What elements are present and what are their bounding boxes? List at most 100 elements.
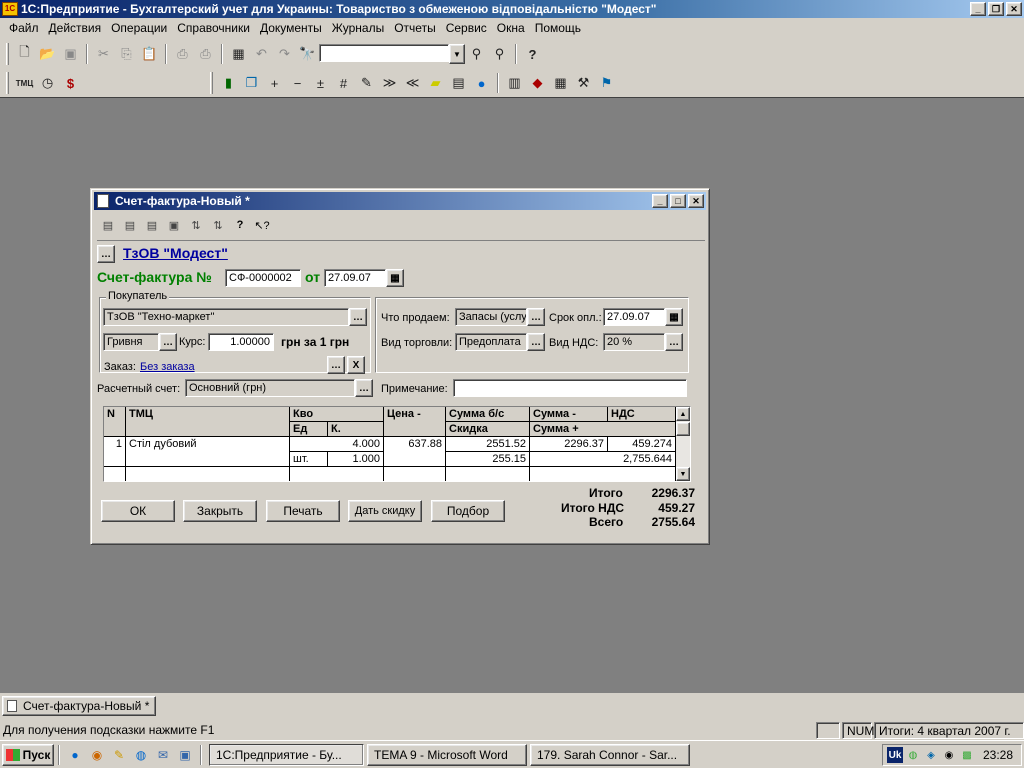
app-tray-icon[interactable]: ▩	[959, 747, 975, 763]
clock-icon[interactable]: ◷	[36, 72, 59, 94]
currency-field[interactable]: Гривня	[103, 333, 159, 351]
empty-cell[interactable]	[384, 467, 446, 481]
order-select-button[interactable]: …	[327, 356, 345, 374]
empty-cell[interactable]	[290, 467, 384, 481]
company-select-button[interactable]: …	[97, 245, 115, 263]
menu-file[interactable]: Файл	[4, 21, 44, 35]
save-icon[interactable]: ▣	[59, 43, 82, 65]
calculator-icon[interactable]: ▦	[227, 43, 250, 65]
search-next-icon[interactable]: ⚲	[465, 43, 488, 65]
invoice-date-field[interactable]: 27.09.07	[324, 269, 386, 287]
folder-icon[interactable]: ▰	[424, 72, 447, 94]
ie-icon[interactable]: ●	[66, 746, 84, 764]
new-doc-icon[interactable]: 🗋	[13, 43, 36, 65]
search-combo[interactable]: ▼	[319, 44, 465, 64]
print-button[interactable]: Печать	[266, 500, 340, 522]
col-header-tmc[interactable]: ТМЦ	[126, 407, 290, 437]
account-select-button[interactable]: …	[355, 379, 373, 397]
pay-term-field[interactable]: 27.09.07	[603, 308, 665, 326]
invoice-window-title-bar[interactable]: Счет-фактура-Новый * _ □ ✕	[94, 192, 706, 210]
menu-operations[interactable]: Операции	[106, 21, 172, 35]
empty-cell[interactable]	[530, 467, 676, 481]
tool-icon[interactable]: ✎	[110, 746, 128, 764]
cell-discount[interactable]: 255.15	[446, 452, 530, 467]
cell-sum-minus[interactable]: 2296.37	[530, 437, 608, 452]
kassa-icon[interactable]: ▤	[447, 72, 470, 94]
rate-field[interactable]: 1.00000	[208, 333, 274, 351]
col-header-sum-bs[interactable]: Сумма б/с	[446, 407, 530, 422]
edit-row-icon[interactable]: ▣	[163, 214, 185, 236]
cell-tmc[interactable]: Стіл дубовий	[126, 437, 290, 467]
context-help-icon[interactable]: ↖?	[251, 214, 273, 236]
col-header-sum-minus[interactable]: Сумма -	[530, 407, 608, 422]
menu-documents[interactable]: Документы	[255, 21, 327, 35]
doc-minimize-button[interactable]: _	[652, 194, 668, 208]
invoice-number-field[interactable]: СФ-0000002	[225, 269, 301, 287]
trade-type-field[interactable]: Предоплата	[455, 333, 527, 351]
select-button[interactable]: Подбор	[431, 500, 505, 522]
sort-desc-icon[interactable]: ⇅	[207, 214, 229, 236]
minus-icon[interactable]: −	[286, 72, 309, 94]
vat-type-field[interactable]: 20 %	[603, 333, 665, 351]
col-header-qty[interactable]: Кво	[290, 407, 384, 422]
note-field[interactable]	[453, 379, 687, 397]
copy-row-icon[interactable]: ▤	[119, 214, 141, 236]
tmc-icon[interactable]: ТМЦ	[13, 72, 36, 94]
table-scrollbar[interactable]: ▲ ▼	[676, 407, 690, 481]
col-header-unit[interactable]: Ед	[290, 422, 328, 437]
book-icon[interactable]: ▮	[217, 72, 240, 94]
copy-doc-icon[interactable]: ❐	[240, 72, 263, 94]
close-button[interactable]: ✕	[1006, 2, 1022, 16]
cell-n[interactable]: 1	[104, 437, 126, 467]
back-icon[interactable]: ≪	[401, 72, 424, 94]
col-header-discount[interactable]: Скидка	[446, 422, 530, 437]
exchange-icon[interactable]: $	[59, 72, 82, 94]
tools-icon[interactable]: ⚒	[572, 72, 595, 94]
empty-cell[interactable]	[104, 467, 126, 481]
scroll-down-icon[interactable]: ▼	[676, 467, 690, 481]
volume-icon[interactable]: ◉	[941, 747, 957, 763]
goods-table[interactable]: N ТМЦ Кво Ед К. Цена - Сумма б/с Скидка …	[103, 406, 691, 482]
cell-vat[interactable]: 459.274	[608, 437, 676, 452]
vat-type-select-button[interactable]: …	[665, 333, 683, 351]
doc-close-button[interactable]: ✕	[688, 194, 704, 208]
undo-icon[interactable]: ↶	[250, 43, 273, 65]
help-icon[interactable]: ?	[521, 43, 544, 65]
what-sell-select-button[interactable]: …	[527, 308, 545, 326]
ok-button[interactable]: ОК	[101, 500, 175, 522]
language-indicator[interactable]: Uk	[887, 747, 903, 763]
company-link[interactable]: ТзОВ "Модест"	[123, 245, 228, 261]
menu-actions[interactable]: Действия	[44, 21, 107, 35]
search-prev-icon[interactable]: ⚲	[488, 43, 511, 65]
calendar-icon[interactable]: ▦	[386, 269, 404, 287]
antivirus-icon[interactable]: ◈	[923, 747, 939, 763]
doc-maximize-button[interactable]: □	[670, 194, 686, 208]
print-preview-icon[interactable]: ⎙	[194, 43, 217, 65]
app-title-bar[interactable]: 1С 1С:Предприятие - Бухгалтерский учет д…	[0, 0, 1024, 18]
buyer-select-button[interactable]: …	[349, 308, 367, 326]
open-folder-icon[interactable]: 📂	[36, 43, 59, 65]
empty-cell[interactable]	[126, 467, 290, 481]
sort-asc-icon[interactable]: ⇅	[185, 214, 207, 236]
cell-sum-plus[interactable]: 2,755.644	[530, 452, 676, 467]
globe-icon[interactable]: ●	[470, 72, 493, 94]
find-icon[interactable]: 🔭	[296, 43, 319, 65]
grid-icon[interactable]: #	[332, 72, 355, 94]
cut-icon[interactable]: ✂	[92, 43, 115, 65]
col-header-vat[interactable]: НДС	[608, 407, 676, 422]
empty-cell[interactable]	[446, 467, 530, 481]
delete-row-icon[interactable]: ▤	[141, 214, 163, 236]
cell-qty[interactable]: 4.000	[290, 437, 384, 452]
col-header-sum-plus[interactable]: Сумма +	[530, 422, 676, 437]
cell-unit[interactable]: шт.	[290, 452, 328, 467]
copy-icon[interactable]: ⎘	[115, 43, 138, 65]
pay-term-calendar-icon[interactable]: ▦	[665, 308, 683, 326]
menu-service[interactable]: Сервис	[441, 21, 492, 35]
minimize-button[interactable]: _	[970, 2, 986, 16]
print-icon[interactable]: ⎙	[171, 43, 194, 65]
scroll-thumb[interactable]	[676, 422, 690, 436]
cell-sum-bs[interactable]: 2551.52	[446, 437, 530, 452]
desktop-icon[interactable]: ▣	[176, 746, 194, 764]
menu-windows[interactable]: Окна	[492, 21, 530, 35]
filter-icon[interactable]: ⚑	[595, 72, 618, 94]
